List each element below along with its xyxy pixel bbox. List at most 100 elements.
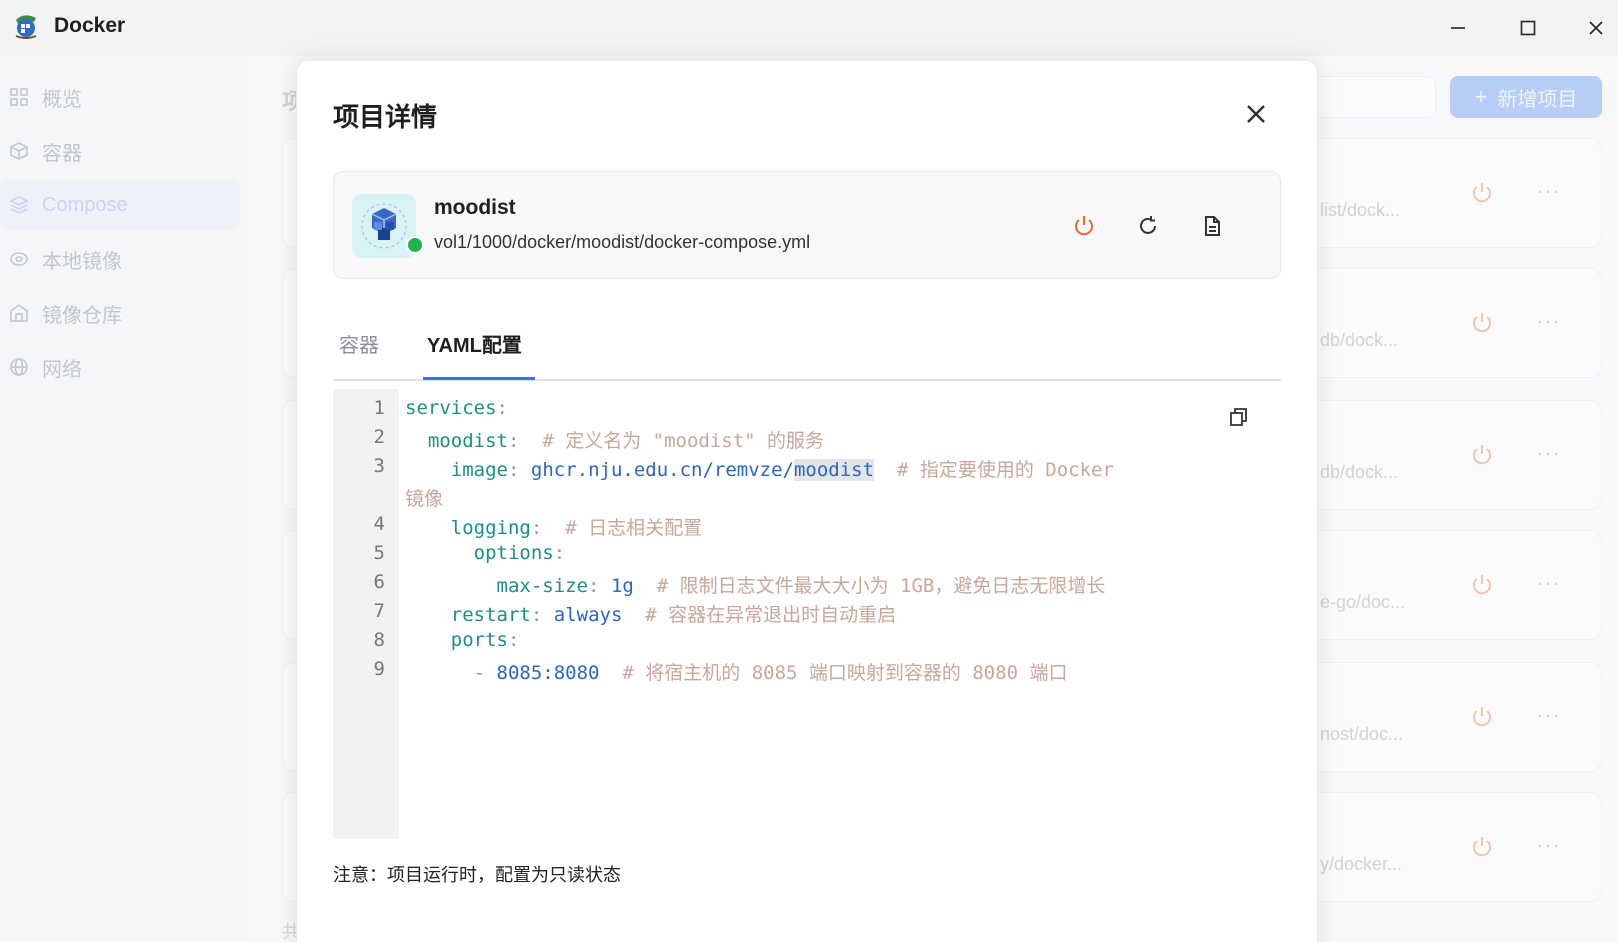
disk-icon [8,248,30,270]
more-options-icon[interactable]: ··· [1536,570,1561,596]
line-number: 1 [373,397,385,419]
yaml-key: logging [450,517,531,539]
view-logs-button[interactable] [1196,210,1228,242]
code-line: max-size: 1g # 限制日志文件最大大小为 1GB，避免日志无限增长 [496,575,1106,597]
line-number: 9 [373,658,385,680]
yaml-key: max-size [496,575,589,597]
sidebar-item-label: 网络 [42,358,82,381]
yaml-comment: # 将宿主机的 8085 端口映射到容器的 8080 端口 [622,662,1068,684]
docker-whale-icon [10,10,42,42]
grid-icon [8,86,30,108]
yaml-key: options [473,542,554,564]
minimize-icon [1451,27,1465,29]
dialog-close-button[interactable] [1239,97,1273,131]
power-icon[interactable] [1470,573,1494,597]
warehouse-icon [8,302,30,324]
yaml-comment: # 容器在异常退出时自动重启 [645,604,897,626]
dialog-tabs: 容器 YAML配置 [333,305,1281,381]
project-path: y/docker... [1320,854,1403,874]
more-options-icon[interactable]: ··· [1536,702,1561,728]
yaml-value-highlight: moodist [793,459,875,481]
more-options-icon[interactable]: ··· [1536,178,1561,204]
project-path: e-go/doc... [1320,592,1406,612]
yaml-key: image [450,459,508,481]
line-number: 6 [373,571,385,593]
sidebar-item-network[interactable]: 网络 [0,342,240,392]
dialog-title: 项目详情 [333,102,438,132]
power-icon[interactable] [1470,705,1494,729]
sidebar-item-overview[interactable]: 概览 [0,72,240,122]
yaml-dash: - [473,662,486,684]
power-icon[interactable] [1470,311,1494,335]
project-detail-dialog: 项目详情 moodist vol1/1000/docker/moodist/do… [296,60,1318,942]
code-line: image: ghcr.nju.edu.cn/remvze/moodist # … [450,459,1114,481]
project-path: db/dock... [1320,462,1399,482]
power-icon [1075,216,1093,236]
maximize-icon [1520,20,1536,36]
line-number: 4 [373,513,385,535]
tab-containers[interactable]: 容器 [339,329,379,358]
restart-project-button[interactable] [1132,210,1164,242]
yaml-editor[interactable]: 1 2 3 4 5 6 7 8 9 services: moodist: # 定… [333,389,1281,839]
refresh-icon [1140,216,1156,234]
cube-icon [8,140,30,162]
line-number: 8 [373,629,385,651]
sidebar-item-label: 本地镜像 [42,250,122,273]
sidebar-item-containers[interactable]: 容器 [0,126,240,176]
stop-project-button[interactable] [1068,210,1100,242]
yaml-value: ghcr.nju.edu.cn/remvze/ [530,459,794,481]
line-number: 5 [373,542,385,564]
sidebar-item-label: Compose [42,193,128,216]
close-icon [1247,105,1265,123]
sidebar-item-label: 镜像仓库 [42,304,122,327]
code-line: ports: [450,629,520,651]
copy-button[interactable] [1225,403,1253,431]
layers-icon [8,194,30,216]
more-options-icon[interactable]: ··· [1536,440,1561,466]
code-line: logging: # 日志相关配置 [450,517,703,539]
project-path: db/dock... [1320,330,1399,350]
app-title: Docker [54,14,126,37]
yaml-key: ports [450,629,508,651]
plus-icon: + [1474,84,1488,109]
project-path: list/dock... [1320,200,1401,220]
yaml-value: always [553,604,623,626]
window-close-button[interactable] [1576,8,1616,48]
project-summary-card: moodist vol1/1000/docker/moodist/docker-… [333,171,1281,279]
code-line: moodist: # 定义名为 "moodist" 的服务 [427,430,825,452]
sidebar: 概览 容器 Compose 本地镜像 镜像仓库 网络 [0,56,250,942]
more-options-icon[interactable]: ··· [1536,308,1561,334]
sidebar-item-local-images[interactable]: 本地镜像 [0,234,240,284]
active-tab-indicator [423,377,535,380]
power-icon[interactable] [1470,835,1494,859]
sidebar-item-label: 概览 [42,88,82,111]
yaml-comment: # 定义名为 "moodist" 的服务 [542,430,825,452]
readonly-note: 注意：项目运行时，配置为只读状态 [333,865,621,885]
yaml-comment: # 指定要使用的 Docker [896,459,1114,481]
more-options-icon[interactable]: ··· [1536,832,1561,858]
line-number: 7 [373,600,385,622]
sidebar-item-compose[interactable]: Compose [0,180,240,230]
document-icon [1205,216,1220,236]
sidebar-item-registry[interactable]: 镜像仓库 [0,288,240,338]
code-line: services: [405,397,508,419]
code-line-wrap: 镜像 [405,484,443,511]
add-project-label: 新增项目 [1497,88,1578,111]
line-number: 3 [373,455,385,477]
add-project-button[interactable]: + 新增项目 [1450,76,1602,118]
power-icon[interactable] [1470,443,1494,467]
yaml-value: 8085:8080 [496,662,600,684]
power-icon[interactable] [1470,181,1494,205]
minimize-button[interactable] [1438,8,1478,48]
code-line: - 8085:8080 # 将宿主机的 8085 端口映射到容器的 8080 端… [405,658,1068,685]
close-icon [1589,21,1603,35]
maximize-button[interactable] [1508,8,1548,48]
code-line: options: [473,542,566,564]
yaml-comment: 镜像 [405,488,444,510]
tab-yaml-config[interactable]: YAML配置 [427,329,522,358]
yaml-key: services [405,397,497,419]
code-line: restart: always # 容器在异常退出时自动重启 [450,604,897,626]
project-compose-path: vol1/1000/docker/moodist/docker-compose.… [434,232,811,252]
project-name: moodist [434,196,516,219]
copy-icon [1230,408,1247,426]
